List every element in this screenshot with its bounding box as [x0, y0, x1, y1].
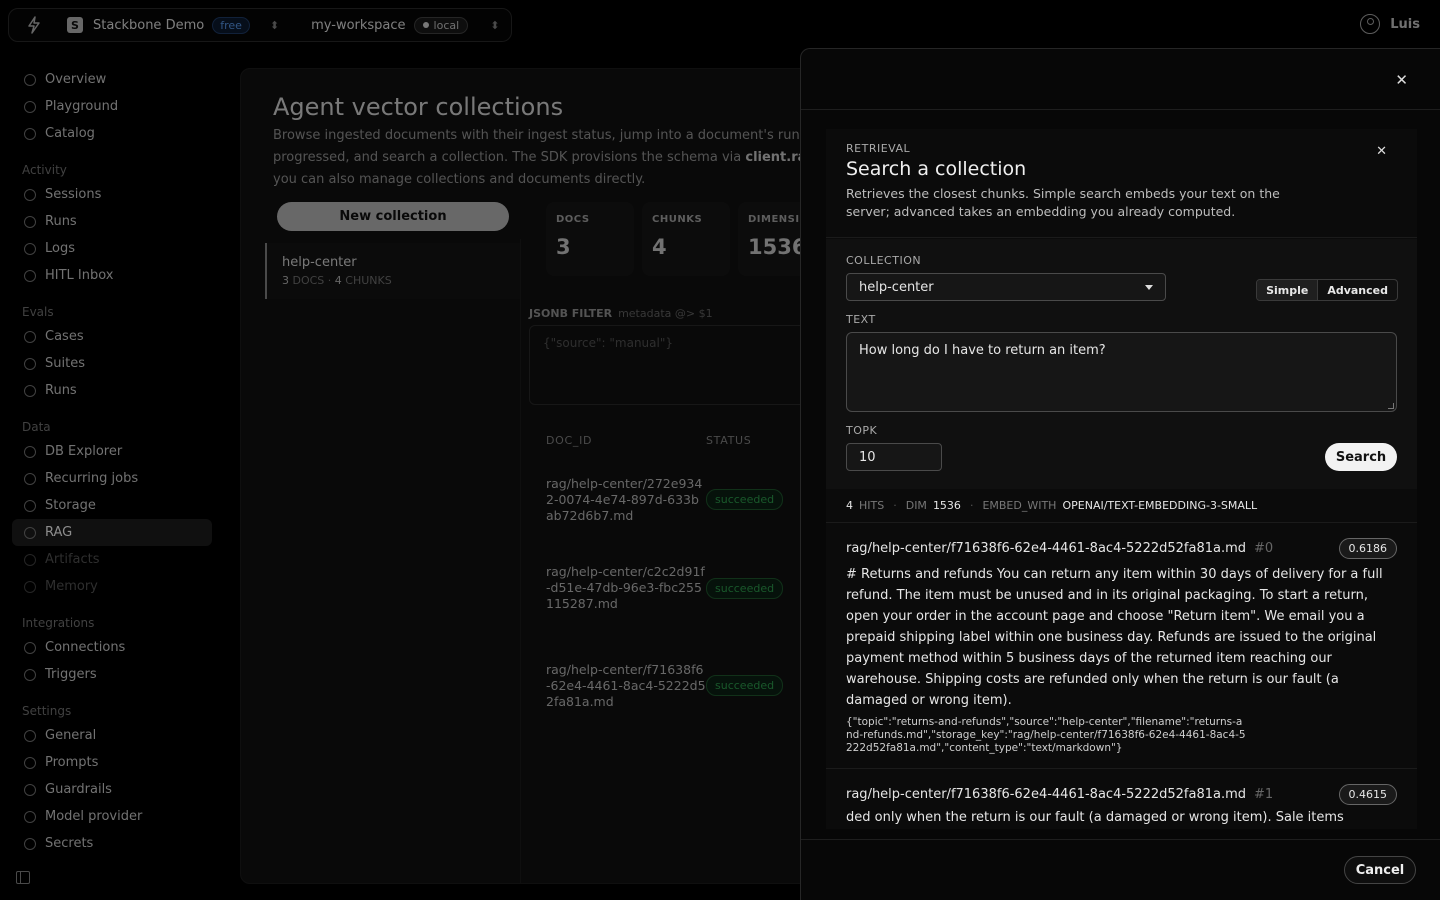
collection-select[interactable]: help-center [846, 273, 1166, 301]
text-label: TEXT [846, 313, 876, 326]
collection-select-value: help-center [859, 279, 934, 295]
result-text: ded only when the return is our fault (a… [846, 810, 1344, 825]
mode-toggle: Simple Advanced [1256, 279, 1398, 301]
search-button[interactable]: Search [1325, 443, 1397, 471]
close-drawer-icon[interactable]: ✕ [1395, 71, 1408, 89]
results-summary: 4 HITS · DIM 1536 · EMBED_WITH OPENAI/TE… [826, 489, 1417, 523]
hits-count: 4 [846, 499, 853, 512]
chevron-down-icon [1145, 284, 1153, 290]
score-badge: 0.4615 [1338, 783, 1397, 805]
embed-model: OPENAI/TEXT-EMBEDDING-3-SMALL [1062, 499, 1258, 512]
topk-label: TOPK [846, 424, 878, 437]
resize-handle-icon[interactable] [1388, 403, 1394, 409]
mode-simple-button[interactable]: Simple [1257, 280, 1319, 300]
result-title[interactable]: rag/help-center/f71638f6-62e4-4461-8ac4-… [846, 787, 1246, 802]
search-form: COLLECTION help-center Simple Advanced T… [826, 239, 1417, 489]
close-card-icon[interactable]: ✕ [1376, 144, 1387, 159]
divider [801, 109, 1440, 110]
collection-label: COLLECTION [846, 254, 922, 267]
card-header: RETRIEVAL Search a collection Retrieves … [826, 129, 1417, 238]
score-badge: 0.6186 [1338, 537, 1397, 559]
result-item: rag/help-center/f71638f6-62e4-4461-8ac4-… [826, 524, 1417, 769]
query-text-input[interactable]: How long do I have to return an item? [846, 332, 1397, 412]
result-title[interactable]: rag/help-center/f71638f6-62e4-4461-8ac4-… [846, 541, 1246, 556]
divider [801, 839, 1440, 840]
result-metadata: {"topic":"returns-and-refunds","source":… [846, 716, 1246, 754]
card-description: Retrieves the closest chunks. Simple sea… [846, 186, 1280, 219]
result-item: rag/help-center/f71638f6-62e4-4461-8ac4-… [826, 770, 1417, 829]
cancel-button[interactable]: Cancel [1344, 856, 1416, 884]
mode-advanced-button[interactable]: Advanced [1318, 280, 1397, 300]
result-text: # Returns and refunds You can return any… [846, 567, 1383, 708]
topk-input[interactable]: 10 [846, 443, 942, 471]
card-eyebrow: RETRIEVAL [846, 142, 911, 155]
result-index: #1 [1254, 786, 1274, 802]
result-index: #0 [1254, 540, 1274, 556]
query-text-value: How long do I have to return an item? [859, 343, 1106, 358]
search-card: RETRIEVAL Search a collection Retrieves … [826, 129, 1417, 829]
card-title: Search a collection [846, 158, 1027, 180]
dim-value: 1536 [932, 499, 961, 512]
search-drawer: ✕ RETRIEVAL Search a collection Retrieve… [800, 48, 1440, 900]
